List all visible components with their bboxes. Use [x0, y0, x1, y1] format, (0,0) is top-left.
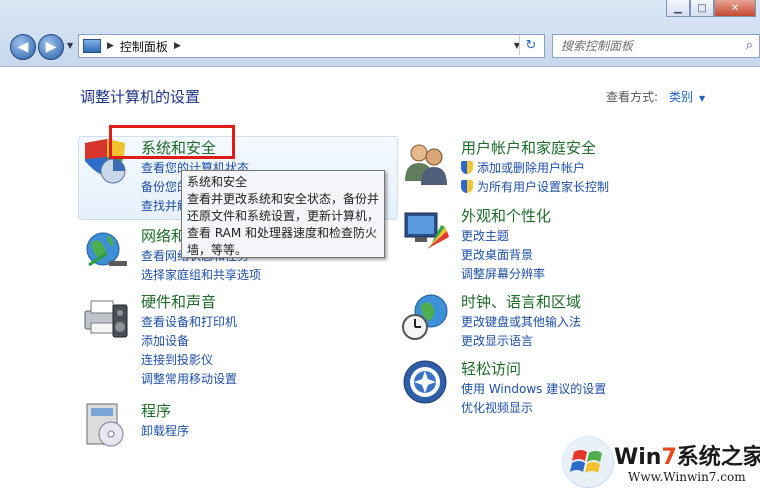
watermark-url: Www.Winwin7.com	[628, 470, 746, 484]
back-arrow-icon: ◀	[17, 39, 29, 55]
breadcrumb-chevron-icon[interactable]: ▶	[174, 41, 181, 51]
link-desktop-background[interactable]: 更改桌面背景	[461, 246, 545, 265]
link-add-remove-accounts[interactable]: 添加或删除用户帐户	[461, 159, 609, 178]
category-title[interactable]: 外观和个性化	[461, 205, 551, 226]
maximize-button[interactable]: □	[690, 0, 714, 17]
link-windows-suggested-settings[interactable]: 使用 Windows 建议的设置	[461, 380, 606, 399]
chevron-down-icon: ▼	[699, 94, 706, 103]
link-mobility-settings[interactable]: 调整常用移动设置	[141, 370, 237, 389]
site-watermark: Win7系统之家 Www.Winwin7.com	[562, 436, 760, 492]
window-titlebar: ▁ □ ✕ ◀ ▶ ▼ ▶ 控制面板 ▶ ▼ ↻ ⌕	[0, 0, 760, 67]
minimize-button[interactable]: ▁	[666, 0, 690, 17]
search-box[interactable]: ⌕	[552, 34, 760, 58]
window-controls: ▁ □ ✕	[666, 0, 756, 18]
category-title[interactable]: 硬件和声音	[141, 291, 216, 312]
ease-of-access-icon	[403, 360, 447, 404]
windows-logo-icon	[562, 436, 614, 488]
link-keyboard-input[interactable]: 更改键盘或其他输入法	[461, 313, 581, 332]
view-by-value: 类别	[669, 90, 694, 104]
link-screen-resolution[interactable]: 调整屏幕分辨率	[461, 265, 545, 284]
forward-button[interactable]: ▶	[38, 34, 64, 60]
uac-shield-icon	[461, 161, 473, 174]
link-connect-projector[interactable]: 连接到投影仪	[141, 351, 237, 370]
recent-pages-dropdown-icon[interactable]: ▼	[67, 41, 73, 50]
monitor-palette-icon	[404, 212, 449, 249]
link-display-language[interactable]: 更改显示语言	[461, 332, 581, 351]
watermark-brand: Win7系统之家	[614, 445, 760, 470]
control-panel-icon	[83, 39, 101, 53]
page-title: 调整计算机的设置	[80, 88, 201, 106]
search-icon[interactable]: ⌕	[746, 38, 753, 53]
link-optimize-display[interactable]: 优化视频显示	[461, 399, 606, 418]
view-by-dropdown[interactable]: 类别 ▼	[669, 88, 705, 105]
users-icon	[405, 144, 447, 185]
view-by-label: 查看方式:	[606, 90, 659, 104]
search-input[interactable]	[559, 38, 733, 54]
programs-disc-icon	[86, 403, 124, 447]
breadcrumb-chevron-icon[interactable]: ▶	[107, 41, 114, 51]
category-tooltip: 系统和安全 查看并更改系统和安全状态，备份并还原文件和系统设置，更新计算机，查看…	[181, 170, 385, 258]
refresh-icon: ↻	[525, 37, 537, 53]
link-homegroup-sharing[interactable]: 选择家庭组和共享选项	[141, 266, 261, 285]
category-title[interactable]: 轻松访问	[461, 358, 521, 379]
uac-shield-icon	[461, 180, 473, 193]
tooltip-title: 系统和安全	[187, 175, 248, 189]
category-title[interactable]: 时钟、语言和区域	[461, 291, 581, 312]
tooltip-body: 查看并更改系统和安全状态，备份并还原文件和系统设置，更新计算机，查看 RAM 和…	[187, 192, 380, 257]
globe-clock-icon	[402, 294, 448, 340]
link-uninstall-program[interactable]: 卸载程序	[141, 422, 189, 441]
category-title[interactable]: 程序	[141, 400, 171, 421]
link-devices-printers[interactable]: 查看设备和打印机	[141, 313, 237, 332]
link-add-device[interactable]: 添加设备	[141, 332, 237, 351]
address-bar[interactable]: ▶ 控制面板 ▶ ▼	[78, 34, 545, 58]
printer-speaker-icon	[84, 300, 128, 338]
category-title[interactable]: 用户帐户和家庭安全	[461, 137, 596, 158]
link-change-theme[interactable]: 更改主题	[461, 227, 545, 246]
close-button[interactable]: ✕	[714, 0, 756, 17]
link-parental-controls[interactable]: 为所有用户设置家长控制	[461, 178, 609, 197]
back-button[interactable]: ◀	[10, 34, 36, 60]
breadcrumb-control-panel[interactable]: 控制面板	[120, 38, 168, 55]
globe-network-icon	[86, 232, 127, 267]
refresh-button[interactable]: ↻	[519, 35, 542, 55]
highlight-annotation-box	[109, 125, 235, 159]
forward-arrow-icon: ▶	[45, 39, 57, 55]
